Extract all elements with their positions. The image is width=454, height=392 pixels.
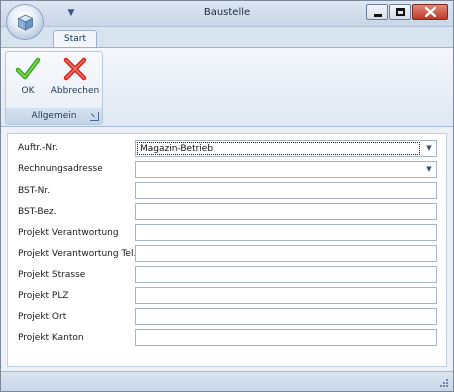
group-label: Allgemein bbox=[6, 108, 102, 124]
auftr-nr-combo[interactable]: Magazin-Betrieb ▼ bbox=[135, 140, 437, 157]
label-projekt-verantwortung: Projekt Verantwortung bbox=[18, 228, 119, 238]
title-bar[interactable]: ▼ Baustelle bbox=[1, 1, 453, 27]
label-bst-nr: BST-Nr. bbox=[18, 186, 51, 196]
projekt-verantwortung-tel-input[interactable] bbox=[135, 245, 437, 262]
dialog-launcher-icon[interactable] bbox=[90, 112, 99, 121]
chevron-down-icon[interactable]: ▼ bbox=[423, 142, 435, 155]
form-panel: Auftr.-Nr. Magazin-Betrieb ▼ Rechnungsad… bbox=[7, 133, 447, 367]
app-orb-icon bbox=[17, 14, 34, 31]
label-rechnungsadresse: Rechnungsadresse bbox=[18, 164, 103, 174]
red-x-icon bbox=[63, 57, 87, 81]
projekt-plz-input[interactable] bbox=[135, 287, 437, 304]
rechnungsadresse-combo[interactable]: ▼ bbox=[135, 161, 437, 178]
maximize-icon bbox=[396, 8, 405, 16]
ok-button-label: OK bbox=[21, 86, 35, 96]
tab-start[interactable]: Start bbox=[53, 30, 97, 48]
rechnungsadresse-value bbox=[137, 163, 420, 176]
label-projekt-strasse: Projekt Strasse bbox=[18, 270, 86, 280]
ribbon-group-allgemein: OK Abbrechen Allgemein bbox=[5, 51, 103, 125]
ribbon-tab-strip: Start bbox=[1, 27, 453, 48]
cancel-button[interactable]: Abbrechen bbox=[50, 54, 100, 104]
status-bar bbox=[1, 371, 453, 391]
dialog-window: ▼ Baustelle Start OK Abbrechen Allgemein… bbox=[0, 0, 454, 392]
label-projekt-verantwortung-tel: Projekt Verantwortung Tel. bbox=[18, 249, 137, 259]
minimize-button[interactable] bbox=[366, 4, 388, 20]
label-projekt-kanton: Projekt Kanton bbox=[18, 333, 84, 343]
projekt-ort-input[interactable] bbox=[135, 308, 437, 325]
maximize-button[interactable] bbox=[389, 4, 411, 20]
cancel-button-label: Abbrechen bbox=[50, 86, 100, 96]
label-projekt-plz: Projekt PLZ bbox=[18, 291, 69, 301]
auftr-nr-value: Magazin-Betrieb bbox=[137, 142, 420, 155]
ribbon-panel: OK Abbrechen Allgemein bbox=[1, 47, 453, 127]
app-orb-button[interactable] bbox=[6, 4, 44, 40]
green-check-icon bbox=[15, 57, 41, 80]
ok-button[interactable]: OK bbox=[10, 54, 46, 104]
close-button[interactable] bbox=[412, 4, 448, 20]
resize-grip-icon[interactable] bbox=[439, 378, 449, 388]
projekt-verantwortung-input[interactable] bbox=[135, 224, 437, 241]
bst-bez-input[interactable] bbox=[135, 203, 437, 220]
projekt-strasse-input[interactable] bbox=[135, 266, 437, 283]
close-icon bbox=[425, 7, 436, 17]
label-auftr-nr: Auftr.-Nr. bbox=[18, 143, 58, 153]
label-bst-bez: BST-Bez. bbox=[18, 207, 57, 217]
minimize-icon bbox=[374, 14, 382, 17]
projekt-kanton-input[interactable] bbox=[135, 329, 437, 346]
group-label-text: Allgemein bbox=[31, 111, 77, 121]
label-projekt-ort: Projekt Ort bbox=[18, 312, 67, 322]
chevron-down-icon[interactable]: ▼ bbox=[423, 163, 435, 176]
bst-nr-input[interactable] bbox=[135, 182, 437, 199]
